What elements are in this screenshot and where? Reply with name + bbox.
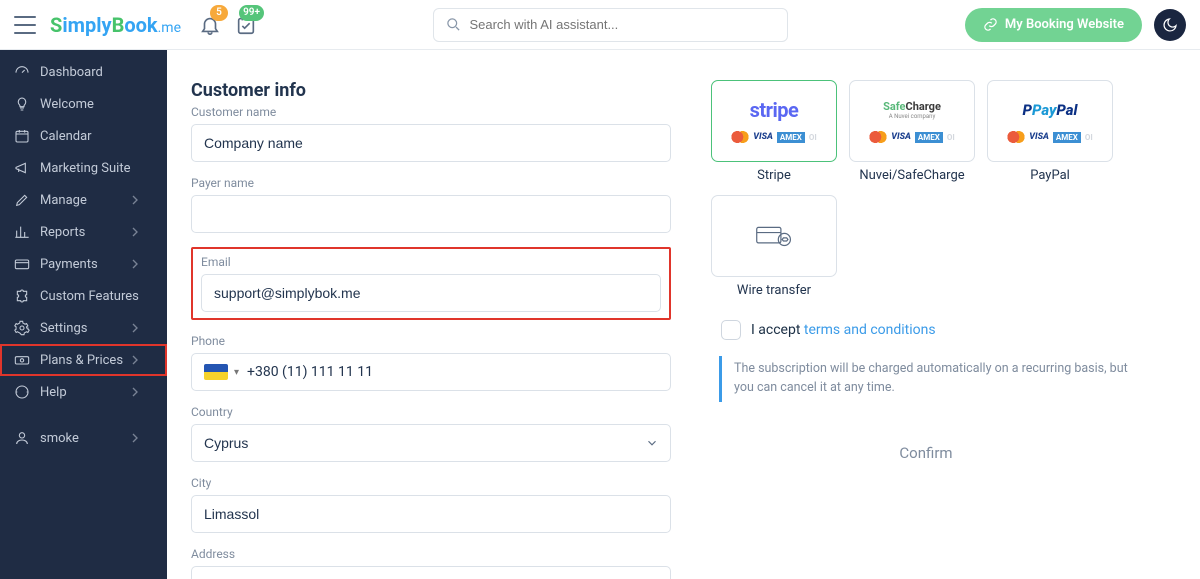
- card-icon: [14, 256, 30, 272]
- sidebar-item-label: Custom Features: [40, 289, 139, 304]
- payment-option-stripe[interactable]: stripe VISAAMEXOI: [711, 80, 837, 162]
- terms-link[interactable]: terms and conditions: [804, 322, 936, 338]
- bell-badge: 5: [210, 5, 228, 21]
- city-input[interactable]: [191, 495, 671, 533]
- phone-value: +380 (11) 111 11 11: [247, 364, 373, 380]
- customer-name-label: Customer name: [191, 105, 671, 119]
- sidebar-item-label: Reports: [40, 225, 85, 240]
- payment-option-label: Nuvei/SafeCharge: [859, 168, 964, 183]
- user-icon: [14, 430, 30, 446]
- sidebar-item-label: Calendar: [40, 129, 92, 144]
- sidebar-item-custom-features[interactable]: Custom Features: [0, 280, 167, 312]
- sidebar-item-label: smoke: [40, 431, 79, 446]
- sidebar-item-dashboard[interactable]: Dashboard: [0, 56, 167, 88]
- puzzle-icon: [14, 288, 30, 304]
- sidebar-item-label: Help: [40, 385, 67, 400]
- money-icon: [14, 352, 30, 368]
- sidebar-item-user[interactable]: smoke: [0, 422, 167, 454]
- customer-name-input[interactable]: [191, 124, 671, 162]
- payer-name-input[interactable]: [191, 195, 671, 233]
- help-icon: [14, 384, 30, 400]
- chevron-right-icon: [127, 192, 143, 208]
- paypal-logo: PPayPal: [1023, 101, 1078, 119]
- sidebar-item-marketing[interactable]: Marketing Suite: [0, 152, 167, 184]
- payment-option-wire[interactable]: [711, 195, 837, 277]
- theme-toggle-button[interactable]: [1154, 9, 1186, 41]
- stripe-logo: stripe: [750, 98, 799, 122]
- sidebar-item-label: Marketing Suite: [40, 161, 131, 176]
- chevron-right-icon: [127, 320, 143, 336]
- country-select[interactable]: [191, 424, 671, 462]
- moon-icon: [1162, 17, 1178, 33]
- card-brand-icons: VISAAMEXOI: [869, 131, 955, 143]
- accept-terms-checkbox[interactable]: [721, 320, 741, 340]
- chevron-right-icon: [127, 430, 143, 446]
- app-logo: SimplyBook.me: [50, 13, 181, 37]
- payment-option-label: Stripe: [757, 168, 791, 183]
- search-box[interactable]: [433, 8, 788, 42]
- sidebar-item-label: Plans & Prices: [40, 353, 123, 368]
- tasks-icon[interactable]: 99+: [235, 14, 257, 36]
- sidebar-item-calendar[interactable]: Calendar: [0, 120, 167, 152]
- calendar-icon: [14, 128, 30, 144]
- email-input[interactable]: [201, 274, 661, 312]
- city-label: City: [191, 476, 671, 490]
- search-input[interactable]: [469, 17, 775, 32]
- bell-icon[interactable]: 5: [199, 14, 221, 36]
- payment-option-safecharge[interactable]: SafeCharge A Nuvei company VISAAMEXOI: [849, 80, 975, 162]
- subscription-note: The subscription will be charged automat…: [719, 356, 1141, 402]
- chevron-right-icon: [127, 256, 143, 272]
- email-highlight-box: Email: [191, 247, 671, 320]
- sidebar-item-plans-prices[interactable]: Plans & Prices: [0, 344, 167, 376]
- my-booking-label: My Booking Website: [1005, 17, 1124, 32]
- search-icon: [446, 17, 461, 32]
- tasks-badge: 99+: [239, 5, 264, 21]
- link-icon: [983, 17, 998, 32]
- address-input[interactable]: [191, 566, 671, 579]
- chevron-right-icon: [127, 224, 143, 240]
- sidebar: Dashboard Welcome Calendar Marketing Sui…: [0, 50, 167, 579]
- chevron-right-icon: [127, 352, 143, 368]
- confirm-button[interactable]: Confirm: [711, 430, 1141, 476]
- sidebar-item-manage[interactable]: Manage: [0, 184, 167, 216]
- sidebar-item-label: Welcome: [40, 97, 94, 112]
- payment-option-paypal[interactable]: PPayPal VISAAMEXOI: [987, 80, 1113, 162]
- payment-option-label: Wire transfer: [737, 283, 811, 298]
- phone-input-wrap[interactable]: ▾ +380 (11) 111 11 11: [191, 353, 671, 391]
- card-brand-icons: VISAAMEXOI: [1007, 131, 1093, 143]
- sidebar-item-label: Manage: [40, 193, 87, 208]
- sidebar-item-reports[interactable]: Reports: [0, 216, 167, 248]
- flag-dropdown-icon[interactable]: ▾: [234, 367, 239, 378]
- safecharge-logo: SafeCharge: [883, 100, 941, 113]
- payer-name-label: Payer name: [191, 176, 671, 190]
- megaphone-icon: [14, 160, 30, 176]
- sidebar-item-label: Settings: [40, 321, 87, 336]
- flag-ukraine-icon: [204, 364, 228, 380]
- wire-transfer-icon: [755, 223, 793, 249]
- hamburger-menu[interactable]: [14, 16, 36, 34]
- chart-icon: [14, 224, 30, 240]
- pencil-icon: [14, 192, 30, 208]
- phone-label: Phone: [191, 334, 671, 348]
- accept-terms-text: I accept terms and conditions: [751, 322, 936, 338]
- bulb-icon: [14, 96, 30, 112]
- gear-icon: [14, 320, 30, 336]
- chevron-right-icon: [127, 384, 143, 400]
- sidebar-item-welcome[interactable]: Welcome: [0, 88, 167, 120]
- address-label: Address: [191, 547, 671, 561]
- payment-option-label: PayPal: [1030, 168, 1070, 183]
- my-booking-website-button[interactable]: My Booking Website: [965, 8, 1142, 42]
- section-title: Customer info: [191, 80, 671, 101]
- email-label: Email: [201, 255, 661, 269]
- card-brand-icons: VISAAMEXOI: [731, 131, 817, 143]
- country-label: Country: [191, 405, 671, 419]
- sidebar-item-payments[interactable]: Payments: [0, 248, 167, 280]
- sidebar-item-label: Payments: [40, 257, 98, 272]
- sidebar-item-label: Dashboard: [40, 65, 103, 80]
- sidebar-item-help[interactable]: Help: [0, 376, 167, 408]
- odometer-icon: [14, 64, 30, 80]
- sidebar-item-settings[interactable]: Settings: [0, 312, 167, 344]
